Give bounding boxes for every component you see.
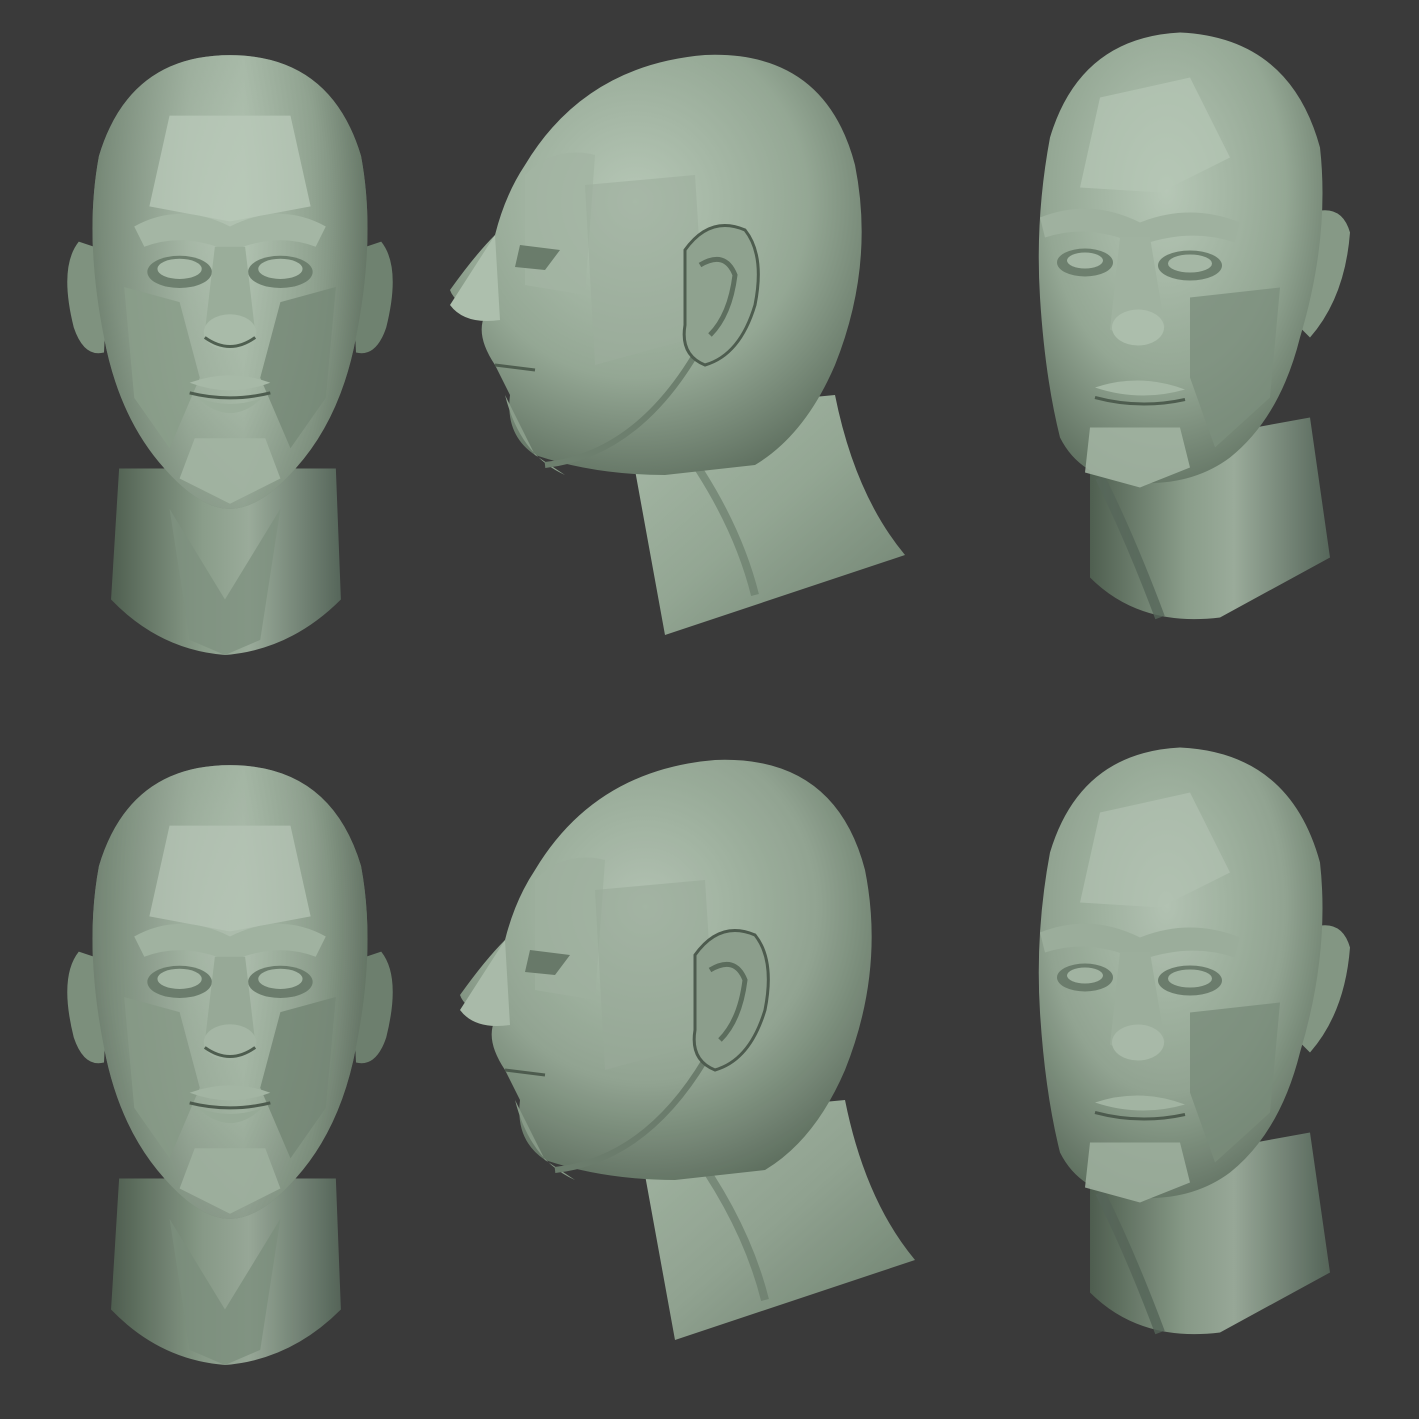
head-front-detailed — [65, 53, 395, 657]
head-three-quarter-planar — [1039, 748, 1350, 1335]
head-profile-left-planar — [460, 760, 915, 1340]
sculpt-sheet — [0, 0, 1419, 1419]
head-profile-left-detailed — [450, 55, 905, 635]
head-three-quarter-detailed — [1039, 33, 1350, 620]
head-front-planar — [65, 763, 395, 1367]
head-studies-canvas — [65, 0, 1419, 1367]
